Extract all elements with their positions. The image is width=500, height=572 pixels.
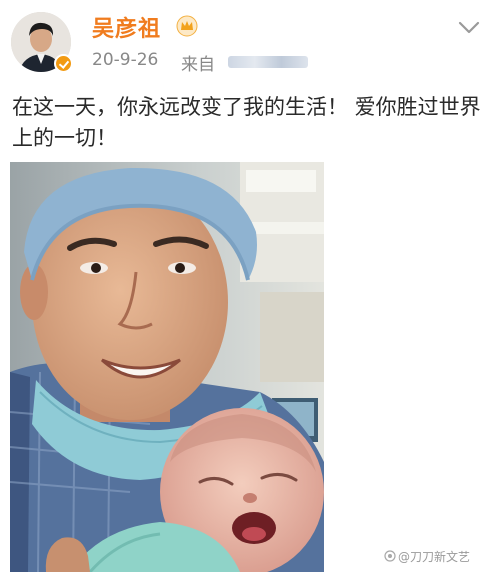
source-redacted bbox=[228, 56, 308, 68]
verified-badge-icon bbox=[54, 54, 73, 73]
photo-man-with-newborn bbox=[10, 162, 324, 572]
post-photo[interactable] bbox=[10, 162, 324, 572]
chevron-down-icon[interactable] bbox=[456, 14, 482, 40]
post-text: 在这一天，你永远改变了我的生活！ 爱你胜过世界上的一切！ bbox=[12, 95, 481, 150]
post-header: 吴彦祖 20-9-26 来自 bbox=[0, 0, 500, 82]
watermark: @刀刀新文艺 bbox=[398, 550, 471, 564]
post-date: 20-9-26 bbox=[92, 50, 159, 70]
crown-icon[interactable] bbox=[176, 15, 198, 37]
user-name[interactable]: 吴彦祖 bbox=[92, 11, 161, 43]
watermark-logo-icon bbox=[384, 550, 396, 562]
source-label: 来自 bbox=[181, 55, 215, 75]
